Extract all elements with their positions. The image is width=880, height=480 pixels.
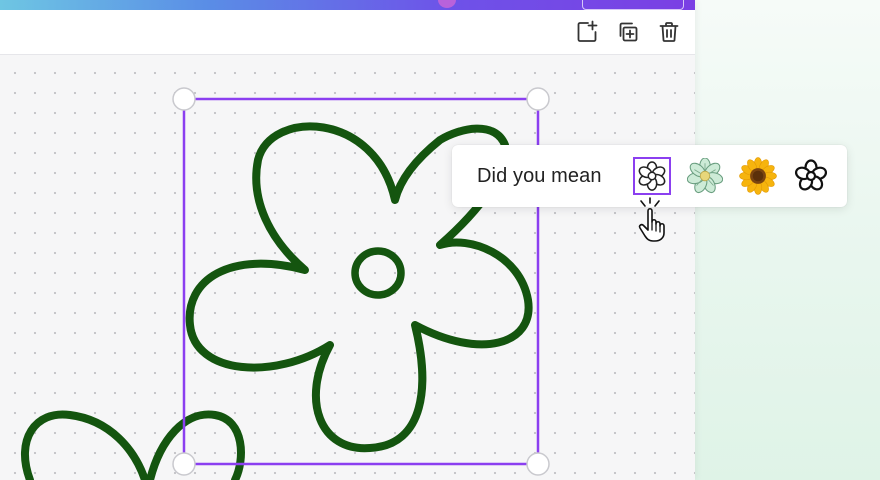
resize-handle-bottom-left[interactable] xyxy=(172,452,196,476)
sunflower-icon xyxy=(739,157,777,195)
green-flower-icon xyxy=(687,158,723,194)
flower-outline-icon xyxy=(638,161,666,191)
resize-handle-top-left[interactable] xyxy=(172,87,196,111)
suggestion-green-flower[interactable] xyxy=(686,157,724,195)
flower-center-outline[interactable] xyxy=(351,247,405,299)
suggestion-label: Did you mean xyxy=(477,165,602,187)
hand-pointer-cursor-icon xyxy=(638,197,665,242)
second-flower-partial[interactable] xyxy=(21,410,245,480)
editor-panel xyxy=(0,0,695,480)
drawing-layer xyxy=(21,87,550,480)
suggestion-sunflower[interactable] xyxy=(739,157,777,195)
flower-bold-icon xyxy=(794,159,828,191)
suggestion-flower-outline[interactable] xyxy=(633,157,671,195)
resize-handle-top-right[interactable] xyxy=(526,87,550,111)
suggestion-flower-bold[interactable] xyxy=(792,157,830,195)
resize-handle-bottom-right[interactable] xyxy=(526,452,550,476)
